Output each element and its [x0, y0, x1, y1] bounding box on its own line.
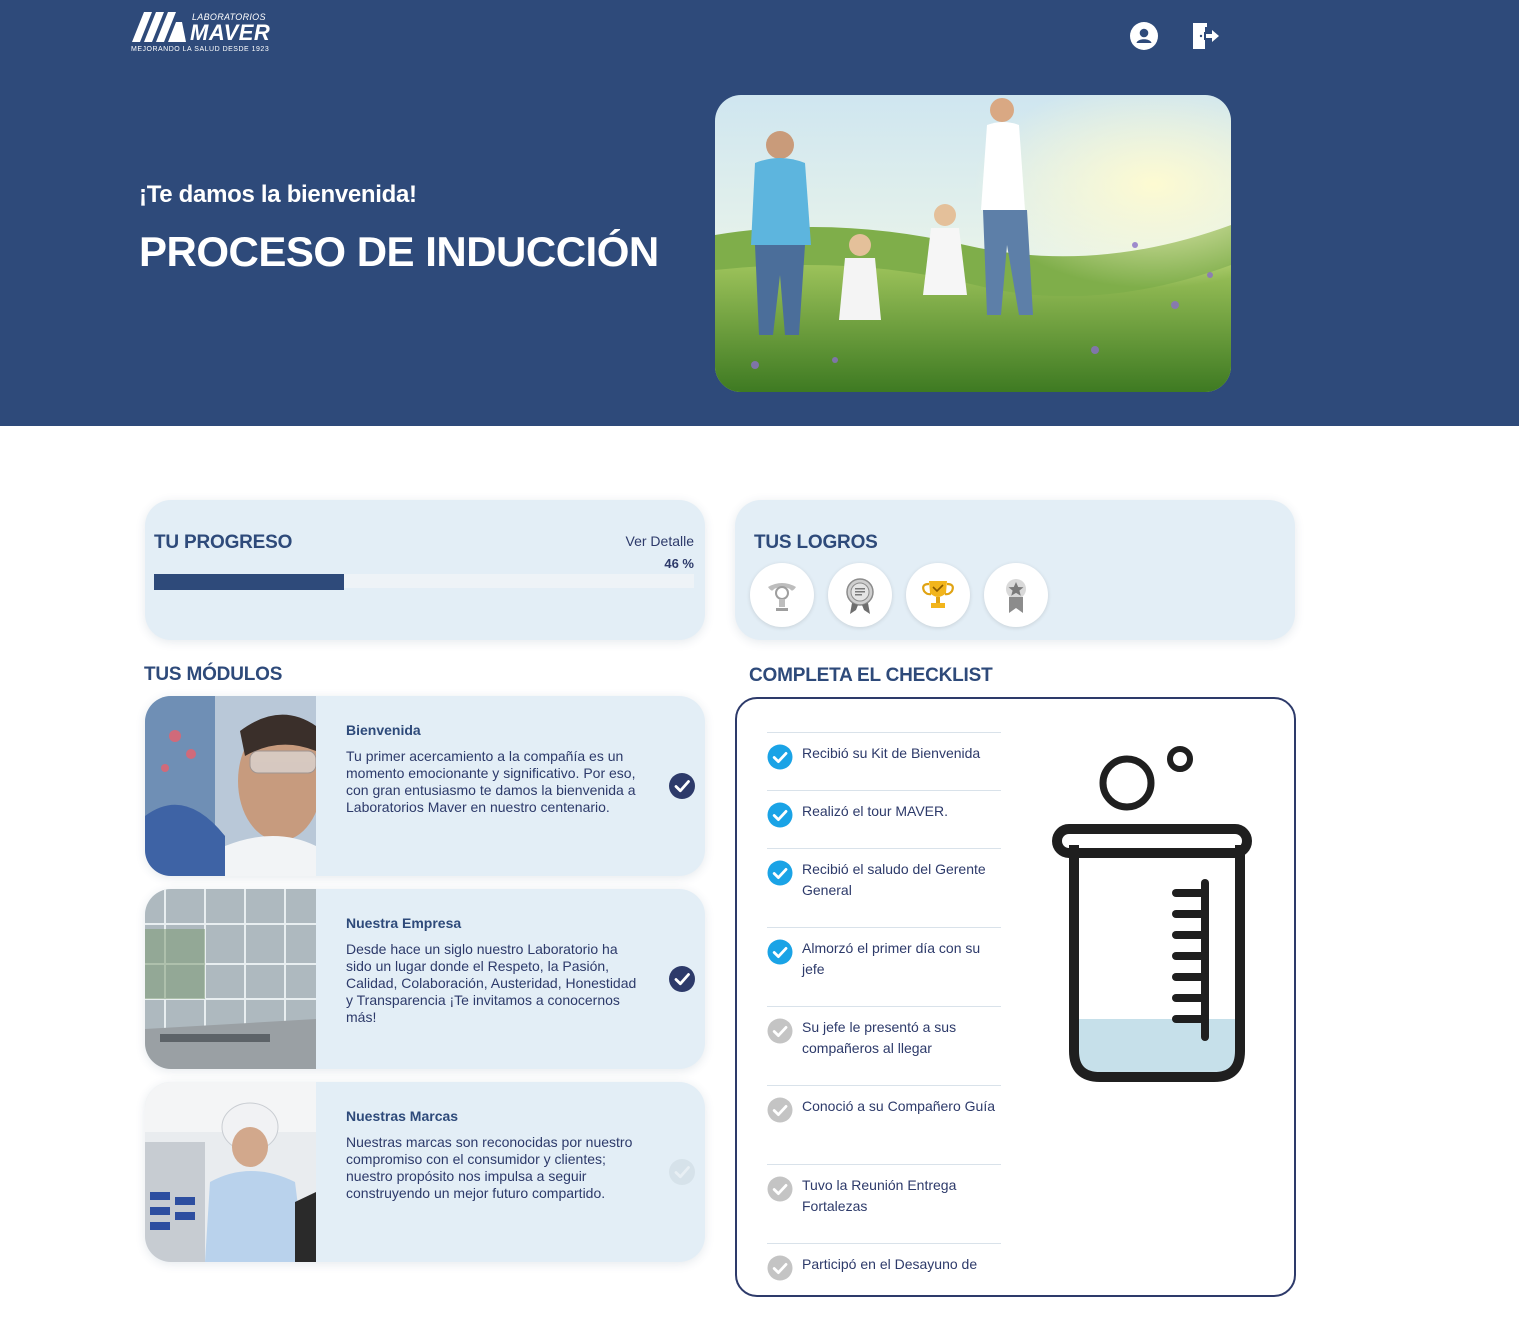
module-complete-check-icon — [669, 966, 695, 992]
progress-percent: 46 % — [664, 556, 694, 571]
welcome-text: ¡Te damos la bienvenida! — [139, 181, 417, 208]
checklist-title: COMPLETA EL CHECKLIST — [749, 665, 993, 686]
checklist-item[interactable]: Almorzó el primer día con su jefe — [767, 927, 1001, 1006]
check-pending-icon — [767, 1176, 793, 1202]
building-photo — [145, 889, 316, 1069]
lightbulb-badge-icon — [768, 583, 796, 611]
certificate-badge[interactable] — [828, 563, 892, 627]
module-description: Nuestras marcas son reconocidas por nues… — [346, 1134, 633, 1201]
beaker-icon — [1052, 746, 1252, 1082]
checklist-item[interactable]: Su jefe le presentó a sus compañeros al … — [767, 1006, 1001, 1085]
module-complete-check-icon — [669, 773, 695, 799]
checklist-item-label: Tuvo la Reunión Entrega Fortalezas — [802, 1177, 957, 1214]
user-icon[interactable] — [1129, 21, 1159, 51]
certificate-badge-icon — [846, 578, 874, 614]
achievements-card: TUS LOGROS — [735, 500, 1295, 640]
check-done-icon — [767, 860, 793, 886]
checklist-item[interactable]: Recibió el saludo del Gerente General — [767, 848, 1001, 927]
star-ribbon-badge[interactable] — [984, 563, 1048, 627]
module-description: Desde hace un siglo nuestro Laboratorio … — [346, 941, 637, 1025]
lab-worker-photo — [145, 1082, 316, 1262]
module-title: Nuestra Empresa — [346, 915, 462, 931]
ver-detalle-link[interactable]: Ver Detalle — [626, 533, 694, 549]
checklist-item[interactable]: Conoció a su Compañero Guía — [767, 1085, 1001, 1164]
checklist-panel: Recibió su Kit de Bienvenida Realizó el t… — [735, 697, 1296, 1297]
checklist-item-label: Realizó el tour MAVER. — [802, 803, 949, 819]
checklist-item[interactable]: Recibió su Kit de Bienvenida — [767, 732, 1001, 790]
check-done-icon — [767, 939, 793, 965]
module-card-nuestras-marcas[interactable]: Nuestras Marcas Nuestras marcas son reco… — [145, 1082, 705, 1262]
modules-title: TUS MÓDULOS — [144, 664, 283, 685]
module-description: Tu primer acercamiento a la compañía es … — [346, 748, 636, 815]
scientist-photo — [145, 696, 316, 876]
trophy-badge-icon — [922, 581, 954, 608]
trophy-badge[interactable] — [906, 563, 970, 627]
check-done-icon — [767, 744, 793, 770]
module-pending-check-icon — [669, 1159, 695, 1185]
checklist-item-label: Conoció a su Compañero Guía — [802, 1098, 995, 1114]
checklist-item[interactable]: Realizó el tour MAVER. — [767, 790, 1001, 848]
checklist-item-label: Participó en el Desayuno de — [802, 1256, 978, 1272]
hero-banner: LABORATORIOS MAVER MEJORANDO LA SALUD DE… — [0, 0, 1519, 426]
logo-brand-text: MAVER — [190, 20, 271, 45]
checklist-item-label: Almorzó el primer día con su jefe — [802, 940, 981, 977]
page-title: PROCESO DE INDUCCIÓN — [139, 228, 659, 275]
progress-title: TU PROGRESO — [154, 532, 293, 553]
module-card-nuestra-empresa[interactable]: Nuestra Empresa Desde hace un siglo nues… — [145, 889, 705, 1069]
progress-bar — [154, 574, 694, 590]
star-ribbon-badge-icon — [1006, 579, 1026, 613]
family-photo — [715, 95, 1231, 392]
logo-tagline: MEJORANDO LA SALUD DESDE 1923 — [131, 46, 270, 53]
lightbulb-badge[interactable] — [750, 563, 814, 627]
checklist-item[interactable]: Tuvo la Reunión Entrega Fortalezas — [767, 1164, 1001, 1243]
maver-logo[interactable]: LABORATORIOS MAVER MEJORANDO LA SALUD DE… — [130, 10, 290, 56]
checklist-item[interactable]: Participó en el Desayuno de — [767, 1243, 1001, 1322]
module-title: Nuestras Marcas — [346, 1108, 459, 1124]
checklist-item-label: Su jefe le presentó a sus compañeros al … — [802, 1019, 957, 1056]
checklist-item-label: Recibió su Kit de Bienvenida — [802, 745, 981, 761]
logout-icon[interactable] — [1190, 21, 1220, 51]
progress-card: TU PROGRESO Ver Detalle 46 % — [145, 500, 705, 640]
maver-logo-mark-icon — [132, 12, 186, 42]
checklist-item-label: Recibió el saludo del Gerente General — [802, 861, 986, 898]
module-card-bienvenida[interactable]: Bienvenida Tu primer acercamiento a la c… — [145, 696, 705, 876]
achievements-title: TUS LOGROS — [754, 532, 878, 553]
progress-bar-fill — [154, 574, 344, 590]
check-done-icon — [767, 802, 793, 828]
check-pending-icon — [767, 1018, 793, 1044]
module-title: Bienvenida — [346, 722, 421, 738]
check-pending-icon — [767, 1255, 793, 1281]
check-pending-icon — [767, 1097, 793, 1123]
